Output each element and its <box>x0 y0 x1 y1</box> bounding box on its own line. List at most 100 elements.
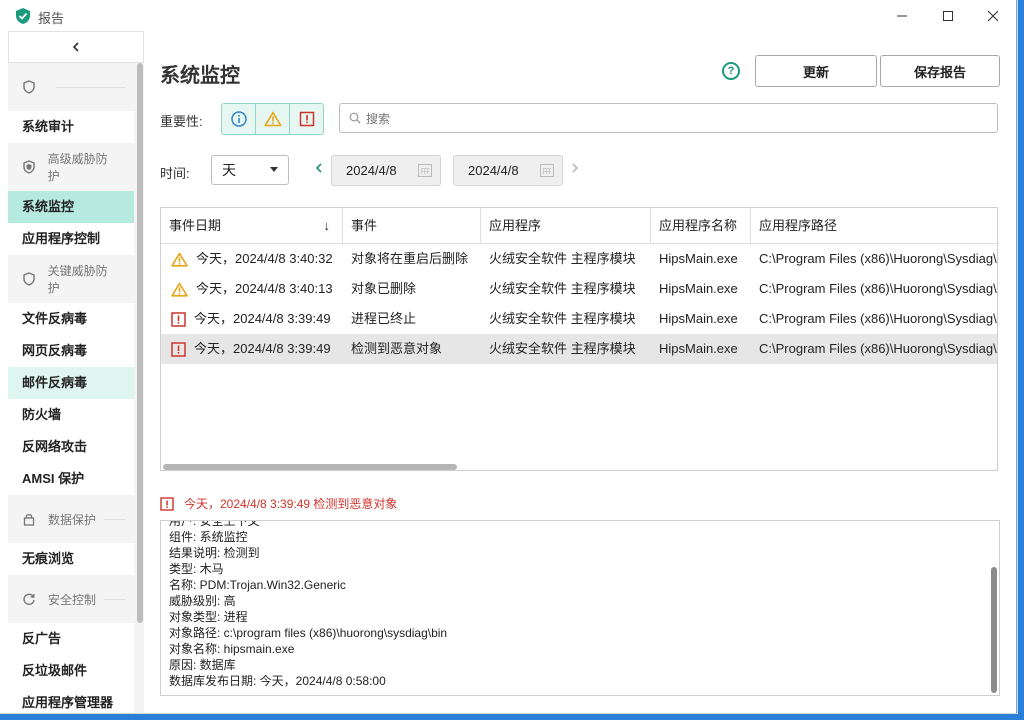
calendar-icon[interactable] <box>540 164 554 177</box>
sidebar-group: 安全控制 <box>8 575 134 623</box>
detail-line: 对象路径: c:\program files (x86)\huorong\sys… <box>169 626 448 640</box>
event-details-box[interactable]: 用户: 安全上下文 组件: 系统监控 结果说明: 检测到 类型: 木马 名称: PDM:… <box>160 520 1000 696</box>
sort-arrow-icon: ↓ <box>323 218 331 233</box>
sidebar-group: 数据保护 <box>8 495 134 543</box>
table-cell-name: HipsMain.exe <box>659 281 738 296</box>
calendar-icon[interactable] <box>418 164 432 177</box>
sidebar-scrollbar[interactable] <box>137 63 143 623</box>
warning-icon <box>171 252 188 267</box>
time-label: 时间: <box>160 166 190 181</box>
sidebar-item[interactable]: 邮件反病毒 <box>8 367 134 399</box>
update-button[interactable]: 更新 <box>755 55 877 87</box>
severity-critical-toggle[interactable] <box>289 104 323 134</box>
column-header-app-path[interactable]: 应用程序路径 <box>751 208 997 243</box>
save-report-button[interactable]: 保存报告 <box>880 55 1000 87</box>
sidebar-item[interactable]: 应用程序控制 <box>8 223 134 255</box>
divider <box>56 86 126 88</box>
table-cell-date: 今天，2024/4/8 3:40:13 <box>161 274 343 304</box>
prev-period-button[interactable] <box>314 161 324 177</box>
info-icon <box>230 111 247 127</box>
table-cell-date: 今天，2024/4/8 3:40:32 <box>161 244 343 274</box>
divider <box>104 518 126 520</box>
detail-header-text: 今天，2024/4/8 3:39:49 检测到恶意对象 <box>184 497 398 511</box>
sidebar-item[interactable]: 防火墙 <box>8 399 134 431</box>
sidebar-item[interactable]: 反垃圾邮件 <box>8 655 134 687</box>
sidebar-group-label: 关键威胁防护 <box>47 264 108 295</box>
detail-line: 名称: PDM:Trojan.Win32.Generic <box>169 578 346 592</box>
detail-line: 数据库发布日期: 今天，2024/4/8 0:58:00 <box>169 674 386 688</box>
severity-filter <box>221 103 324 135</box>
sidebar-item[interactable]: 反网络攻击 <box>8 431 134 463</box>
sidebar-collapse-button[interactable] <box>8 31 144 63</box>
sidebar-item[interactable]: 文件反病毒 <box>8 303 134 335</box>
shield-icon <box>22 271 36 287</box>
details-vertical-scrollbar[interactable] <box>991 567 997 693</box>
table-row[interactable]: 今天，2024/4/8 3:39:49 检测到恶意对象 火绒安全软件 主程序模块 Hi… <box>161 334 997 364</box>
detail-line: 对象名称: hipsmain.exe <box>169 642 295 656</box>
table-body: 今天，2024/4/8 3:40:32 对象将在重启后删除 火绒安全软件 主程序模块… <box>161 244 997 364</box>
search-input[interactable] <box>364 108 988 130</box>
date-to-field[interactable]: 2024/4/8 <box>453 155 563 186</box>
sidebar-group-label: 安全控制 <box>48 592 97 607</box>
window-title: 报告 <box>38 11 65 26</box>
maximize-button[interactable] <box>925 0 971 31</box>
table-row[interactable]: 今天，2024/4/8 3:40:13 对象已删除 火绒安全软件 主程序模块 Hips… <box>161 274 997 304</box>
table-cell-name: HipsMain.exe <box>659 311 738 326</box>
sidebar-item[interactable]: 应用程序管理器 <box>8 687 134 713</box>
table-row[interactable]: 今天，2024/4/8 3:40:32 对象将在重启后删除 火绒安全软件 主程序模块… <box>161 244 997 274</box>
table-cell-path: C:\Program Files (x86)\Huorong\Sysdiag\b… <box>759 311 997 326</box>
table-cell-event: 对象已删除 <box>351 281 417 296</box>
table-cell-event: 对象将在重启后删除 <box>351 251 469 266</box>
period-value: 天 <box>222 162 236 178</box>
period-select[interactable]: 天 <box>211 155 289 185</box>
table-cell-app: 火绒安全软件 主程序模块 <box>489 311 636 326</box>
table-cell-event: 检测到恶意对象 <box>351 341 443 356</box>
date-from-field[interactable]: 2024/4/8 <box>331 155 441 186</box>
help-icon[interactable]: ? <box>722 62 740 80</box>
table-cell-path: C:\Program Files (x86)\Huorong\Sysdiag\b… <box>759 251 997 266</box>
search-box <box>339 103 998 133</box>
table-cell-path: C:\Program Files (x86)\Huorong\Sysdiag\b… <box>759 341 997 356</box>
table-cell-date: 今天，2024/4/8 3:39:49 <box>161 334 343 364</box>
table-cell-name: HipsMain.exe <box>659 251 738 266</box>
column-header-date[interactable]: 事件日期 ↓ <box>161 208 343 243</box>
minimize-button[interactable] <box>879 0 925 31</box>
chevron-left-icon <box>72 42 79 52</box>
shield-icon <box>22 79 36 95</box>
column-header-app[interactable]: 应用程序 <box>481 208 651 243</box>
sidebar-item[interactable]: 系统监控 <box>8 191 134 223</box>
table-cell-path: C:\Program Files (x86)\Huorong\Sysdiag\b… <box>759 281 997 296</box>
sidebar-group-label: 高级威胁防护 <box>47 152 108 183</box>
next-period-button[interactable] <box>570 161 580 177</box>
sidebar-item[interactable]: 网页反病毒 <box>8 335 134 367</box>
table-header: 事件日期 ↓ 事件 应用程序 应用程序名称 应用程序路径 <box>161 208 997 244</box>
shield-advanced-icon <box>22 159 36 175</box>
sidebar-item[interactable]: 系统审计 <box>8 111 134 143</box>
event-date-text: 今天，2024/4/8 3:40:13 <box>196 281 333 296</box>
detail-line: 对象类型: 进程 <box>169 610 248 624</box>
table-horizontal-scrollbar[interactable] <box>163 464 457 470</box>
severity-warning-toggle[interactable] <box>255 104 289 134</box>
main-panel: 系统监控 ? 更新 保存报告 重要性: 时间: 天 <box>144 31 1016 713</box>
detail-line: 威胁级别: 高 <box>169 594 236 608</box>
chevron-right-icon <box>572 163 579 173</box>
column-header-app-name[interactable]: 应用程序名称 <box>651 208 751 243</box>
report-window: 报告 系统审计 高级威胁防护 系统监控 应用程序控制 关键威胁防护 文件反病毒 网页反病毒邮… <box>0 0 1017 713</box>
app-logo-icon <box>16 8 30 24</box>
close-button[interactable] <box>970 0 1016 31</box>
sidebar-item[interactable]: 反广告 <box>8 623 134 655</box>
detail-line: 组件: 系统监控 <box>169 530 248 544</box>
table-cell-name: HipsMain.exe <box>659 341 738 356</box>
event-date-text: 今天，2024/4/8 3:39:49 <box>194 311 331 326</box>
table-cell-app: 火绒安全软件 主程序模块 <box>489 341 636 356</box>
sidebar-item[interactable]: 无痕浏览 <box>8 543 134 575</box>
table-cell-app: 火绒安全软件 主程序模块 <box>489 251 636 266</box>
severity-info-toggle[interactable] <box>222 104 255 134</box>
table-cell-date: 今天，2024/4/8 3:39:49 <box>161 304 343 334</box>
page-title: 系统监控 <box>160 65 240 87</box>
column-header-event[interactable]: 事件 <box>343 208 481 243</box>
table-row[interactable]: 今天，2024/4/8 3:39:49 进程已终止 火绒安全软件 主程序模块 Hips… <box>161 304 997 334</box>
lock-icon <box>22 511 36 527</box>
sidebar-item[interactable]: AMSI 保护 <box>8 463 134 495</box>
detail-line: 类型: 木马 <box>169 562 224 576</box>
